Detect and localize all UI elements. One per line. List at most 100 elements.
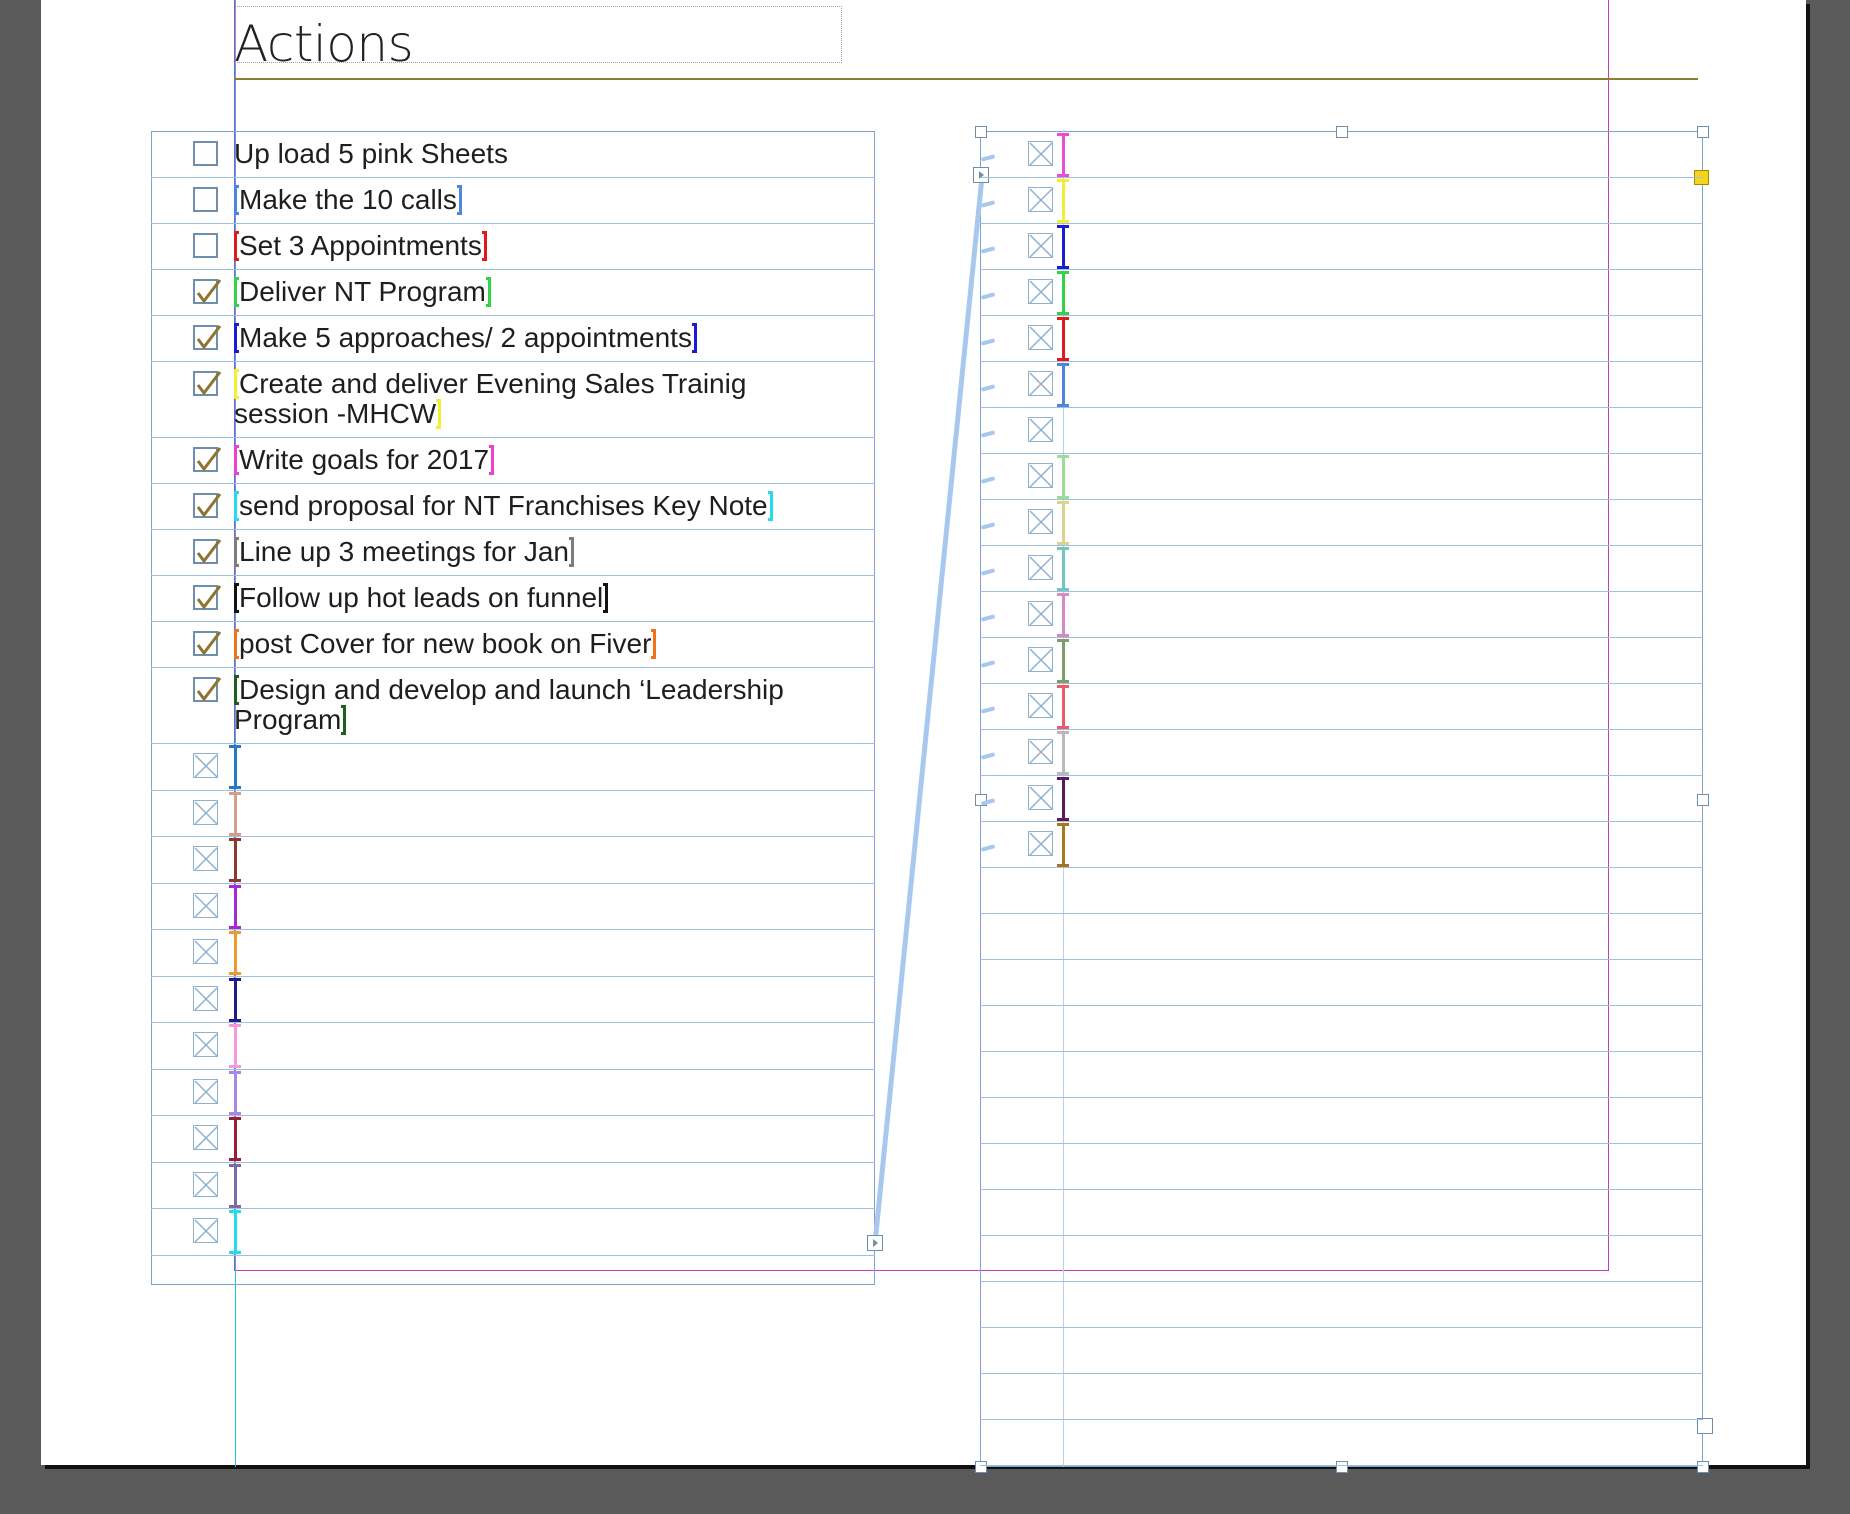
checkbox-checked[interactable]: [193, 447, 222, 472]
row-divider: [151, 483, 875, 484]
task-item[interactable]: Write goals for 2017: [234, 444, 495, 475]
cross-icon: [194, 1219, 218, 1243]
checkbox-checked[interactable]: [193, 539, 222, 564]
checkbox-checked[interactable]: [193, 677, 222, 702]
selection-handle-bottom-left[interactable]: [975, 1461, 987, 1473]
task-item[interactable]: Up load 5 pink Sheets: [234, 139, 508, 169]
task-item[interactable]: Make 5 approaches/ 2 appointments: [234, 323, 697, 353]
out-port-handle[interactable]: [867, 1235, 883, 1251]
task-item[interactable]: Follow up hot leads on funnel: [234, 583, 609, 613]
selection-handle-top-center[interactable]: [1336, 126, 1348, 138]
placeholder-checkbox[interactable]: [1028, 463, 1053, 488]
placeholder-tag-marker: [1057, 179, 1069, 223]
cross-icon: [194, 1033, 218, 1057]
placeholder-tag-marker: [229, 1024, 241, 1068]
tag-bracket-close: [651, 629, 657, 659]
placeholder-checkbox[interactable]: [1028, 509, 1053, 534]
tag-bracket-close: [568, 537, 574, 567]
placeholder-checkbox[interactable]: [1028, 739, 1053, 764]
task-label: Write goals for 2017: [239, 444, 490, 475]
task-item[interactable]: post Cover for new book on Fiver: [234, 629, 657, 659]
placeholder-checkbox[interactable]: [193, 985, 218, 1011]
placeholder-checkbox[interactable]: [193, 1171, 218, 1197]
checkbox-unchecked[interactable]: [193, 187, 218, 212]
placeholder-checkbox[interactable]: [1028, 279, 1053, 304]
row-divider: [980, 177, 1703, 178]
placeholder-checkbox[interactable]: [193, 1125, 218, 1150]
checkbox-unchecked[interactable]: [193, 141, 218, 166]
task-label: Up load 5 pink Sheets: [234, 138, 508, 169]
selection-handle-bottom-right[interactable]: [1697, 1461, 1709, 1473]
placeholder-checkbox[interactable]: [1028, 417, 1053, 442]
checkbox-unchecked[interactable]: [193, 233, 218, 258]
placeholder-checkbox[interactable]: [193, 846, 218, 871]
row-divider: [151, 223, 875, 224]
cross-icon: [194, 1126, 218, 1150]
placeholder-tag-marker: [229, 1210, 241, 1254]
selection-handle-bottom-center[interactable]: [1336, 1461, 1348, 1473]
placeholder-checkbox[interactable]: [1028, 141, 1053, 166]
task-item[interactable]: Deliver NT Program: [234, 277, 491, 307]
checkbox-checked[interactable]: [193, 493, 222, 518]
row-divider: [151, 529, 875, 530]
placeholder-checkbox[interactable]: [193, 1032, 218, 1057]
placeholder-checkbox[interactable]: [193, 939, 218, 964]
row-divider: [980, 223, 1703, 224]
placeholder-checkbox[interactable]: [193, 1218, 218, 1243]
cross-icon: [1029, 418, 1053, 442]
row-divider: [151, 575, 875, 576]
placeholder-checkbox[interactable]: [193, 892, 218, 918]
placeholder-tag-marker: [1057, 639, 1069, 683]
task-label: Design and develop and launch ‘Leadershi…: [239, 674, 784, 705]
task-item[interactable]: Design and develop and launch ‘Leadershi…: [234, 675, 784, 735]
cross-icon: [1029, 280, 1053, 304]
row-divider: [151, 975, 875, 977]
checkbox-checked[interactable]: [193, 325, 222, 350]
placeholder-checkbox[interactable]: [1028, 647, 1053, 672]
placeholder-checkbox[interactable]: [1028, 371, 1053, 396]
placeholder-checkbox[interactable]: [193, 799, 218, 825]
cross-icon: [1029, 648, 1053, 672]
placeholder-checkbox[interactable]: [193, 753, 218, 778]
placeholder-checkbox[interactable]: [1028, 785, 1053, 810]
tag-bracket-close: [436, 399, 442, 429]
task-item[interactable]: Set 3 Appointments: [234, 231, 487, 261]
placeholder-tag-marker: [1057, 593, 1069, 637]
task-item[interactable]: Line up 3 meetings for Jan: [234, 537, 574, 567]
placeholder-checkbox[interactable]: [1028, 555, 1053, 580]
placeholder-checkbox[interactable]: [1028, 325, 1053, 350]
checkmark-icon: [196, 539, 222, 564]
placeholder-checkbox[interactable]: [1028, 693, 1053, 718]
selection-handle-lower-right[interactable]: [1697, 1418, 1713, 1434]
task-item[interactable]: Make the 10 calls: [234, 185, 462, 215]
task-label: Deliver NT Program: [239, 276, 486, 307]
task-item[interactable]: Create and deliver Evening Sales Trainig…: [234, 369, 746, 429]
cross-icon: [1029, 464, 1053, 488]
row-divider: [980, 1235, 1703, 1236]
tag-bracket-close: [481, 231, 487, 261]
selection-handle-top-left[interactable]: [975, 126, 987, 138]
selection-handle-middle-right[interactable]: [1697, 794, 1709, 806]
checkbox-checked[interactable]: [193, 631, 222, 656]
row-divider: [151, 177, 875, 178]
row-divider: [980, 269, 1703, 270]
checkbox-checked[interactable]: [193, 371, 222, 396]
placeholder-tag-marker: [229, 884, 241, 929]
row-divider: [980, 315, 1703, 316]
in-port-handle[interactable]: [973, 167, 989, 183]
row-divider: [151, 1254, 875, 1256]
checkmark-icon: [196, 447, 222, 472]
placeholder-checkbox[interactable]: [193, 1078, 218, 1104]
placeholder-checkbox[interactable]: [1028, 187, 1053, 212]
cross-icon: [194, 893, 218, 918]
placeholder-checkbox[interactable]: [1028, 831, 1053, 856]
placeholder-checkbox[interactable]: [1028, 233, 1053, 258]
checkmark-icon: [196, 631, 222, 656]
row-divider: [980, 545, 1703, 546]
task-item[interactable]: send proposal for NT Franchises Key Note: [234, 491, 773, 521]
placeholder-checkbox[interactable]: [1028, 601, 1053, 626]
tag-bracket-close: [341, 705, 347, 735]
checkbox-checked[interactable]: [193, 585, 222, 610]
checkbox-checked[interactable]: [193, 279, 222, 304]
selection-handle-top-right[interactable]: [1697, 126, 1709, 138]
